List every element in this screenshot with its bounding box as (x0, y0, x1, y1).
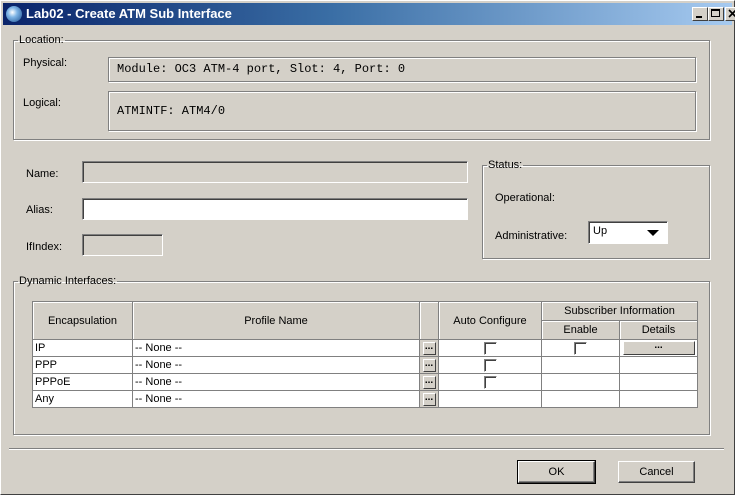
profile-cell[interactable]: -- None -- (132, 390, 420, 408)
enable-cell (541, 373, 620, 391)
header-enable[interactable]: Enable (541, 320, 620, 340)
close-button[interactable] (725, 7, 735, 21)
administrative-select[interactable]: Up (588, 221, 668, 244)
enable-checkbox[interactable] (574, 341, 587, 355)
profile-browse-button[interactable]: ... (422, 341, 436, 355)
maximize-icon (711, 9, 720, 17)
header-profile-name[interactable]: Profile Name (132, 301, 420, 340)
details-cell (618, 390, 699, 408)
app-globe-icon (6, 6, 22, 22)
minimize-icon (696, 16, 702, 18)
divider (9, 448, 724, 450)
dynamic-interfaces-table: Encapsulation Profile Name Auto Configur… (32, 301, 699, 408)
table-row[interactable]: PPP -- None -- ... (32, 356, 699, 374)
logical-value: ATMINTF: ATM4/0 (108, 91, 696, 131)
profile-browse-button[interactable]: ... (422, 358, 436, 372)
details-button[interactable]: ... (622, 341, 695, 355)
profile-browse-button[interactable]: ... (422, 375, 436, 389)
ok-button[interactable]: OK (517, 460, 596, 484)
table-row[interactable]: PPPoE -- None -- ... (32, 373, 699, 391)
auto-configure-cell (438, 390, 542, 408)
auto-configure-checkbox[interactable] (483, 375, 497, 389)
profile-cell[interactable]: -- None -- (132, 373, 420, 391)
table-row[interactable]: Any -- None -- ... (32, 390, 699, 408)
details-cell (618, 373, 699, 391)
status-group: Status: (482, 159, 710, 259)
alias-field[interactable] (82, 198, 468, 220)
alias-label: Alias: (26, 204, 53, 216)
logical-label: Logical: (23, 97, 61, 109)
encapsulation-cell: PPPoE (32, 373, 133, 391)
name-label: Name: (26, 168, 59, 180)
administrative-label: Administrative: (495, 230, 568, 242)
profile-cell[interactable]: -- None -- (132, 356, 420, 374)
operational-label: Operational: (495, 192, 555, 204)
name-field[interactable] (82, 161, 468, 183)
window-title: Lab02 - Create ATM Sub Interface (26, 6, 232, 21)
chevron-down-icon (647, 230, 659, 236)
auto-configure-checkbox[interactable] (483, 341, 497, 355)
header-details[interactable]: Details (618, 320, 699, 340)
auto-configure-checkbox[interactable] (483, 358, 497, 372)
ifindex-field[interactable] (82, 234, 163, 256)
header-encapsulation[interactable]: Encapsulation (32, 301, 133, 340)
ifindex-label: IfIndex: (26, 241, 63, 253)
title-bar[interactable]: Lab02 - Create ATM Sub Interface (3, 3, 735, 25)
cancel-button[interactable]: Cancel (618, 461, 695, 483)
encapsulation-cell: PPP (32, 356, 133, 374)
header-blank (419, 301, 439, 340)
administrative-value: Up (593, 225, 608, 237)
dialog-window: Lab02 - Create ATM Sub Interface Locatio… (0, 0, 735, 495)
dynamic-interfaces-legend: Dynamic Interfaces: (19, 275, 117, 287)
physical-value: Module: OC3 ATM-4 port, Slot: 4, Port: 0 (108, 57, 696, 82)
encapsulation-cell: IP (32, 339, 133, 357)
minimize-button[interactable] (692, 7, 708, 21)
enable-cell (541, 390, 620, 408)
close-icon (728, 9, 735, 18)
header-subscriber-information: Subscriber Information (540, 301, 699, 321)
profile-browse-button[interactable]: ... (422, 392, 436, 406)
enable-cell (541, 356, 620, 374)
physical-label: Physical: (23, 57, 68, 69)
maximize-button[interactable] (708, 7, 724, 21)
status-legend: Status: (488, 159, 523, 171)
encapsulation-cell: Any (32, 390, 133, 408)
header-auto-configure[interactable]: Auto Configure (438, 301, 542, 340)
details-cell (618, 356, 699, 374)
profile-cell[interactable]: -- None -- (132, 339, 420, 357)
table-row[interactable]: IP -- None -- ... ... (32, 339, 699, 357)
location-legend: Location: (19, 34, 64, 46)
